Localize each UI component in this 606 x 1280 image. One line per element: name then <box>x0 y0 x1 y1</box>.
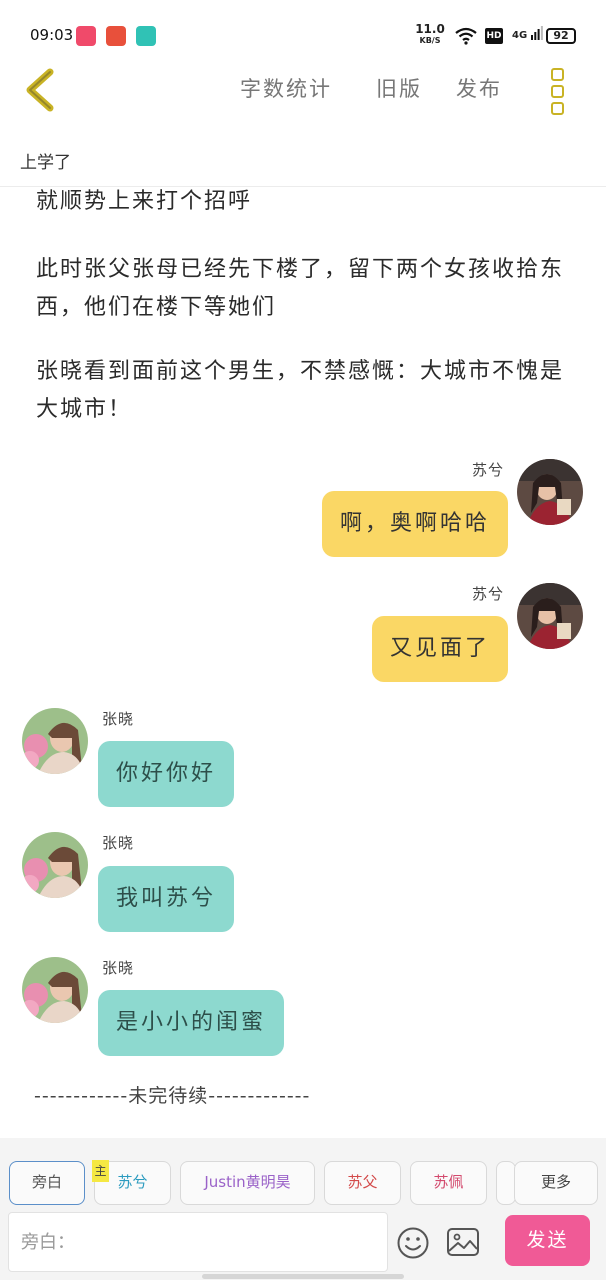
back-arrow-icon[interactable] <box>18 66 64 114</box>
more-characters-button[interactable]: 更多 <box>514 1161 598 1205</box>
avatar[interactable] <box>22 708 88 774</box>
message-bubble[interactable]: 你好你好 <box>98 741 235 807</box>
narration-paragraph: 就顺势上来打个招呼 <box>36 189 253 214</box>
app-notification-icon <box>76 26 96 46</box>
speaker-name: 苏兮 <box>471 585 504 603</box>
more-menu-icon[interactable] <box>546 66 570 115</box>
message-bubble[interactable]: 啊，奥啊哈哈 <box>321 491 508 557</box>
avatar[interactable] <box>517 459 583 525</box>
speaker-name: 张晓 <box>102 710 135 728</box>
character-chip-narrator[interactable]: 旁白 <box>9 1161 85 1205</box>
signal-icon: 4G <box>512 26 543 41</box>
chapter-title[interactable]: 上学了 <box>20 148 71 173</box>
to-be-continued-marker: ------------未完待续------------- <box>34 1085 311 1107</box>
message-bubble[interactable]: 又见面了 <box>371 616 508 682</box>
message-bubble[interactable]: 是小小的闺蜜 <box>98 990 285 1056</box>
character-chip[interactable]: Justin黄明昊 <box>180 1161 315 1205</box>
avatar[interactable] <box>517 583 583 649</box>
image-icon[interactable] <box>446 1227 480 1257</box>
send-button[interactable]: 发送 <box>505 1215 590 1266</box>
wifi-icon <box>455 27 477 45</box>
battery-icon: 92 <box>546 28 576 44</box>
network-speed: 11.0 KB/S <box>415 22 445 45</box>
hd-icon: HD <box>485 28 503 44</box>
narration-paragraph: 张晓看到面前这个男生，不禁感慨：大城市不愧是大城市！ <box>36 359 565 422</box>
emoji-icon[interactable] <box>396 1226 430 1260</box>
message-input[interactable] <box>9 1213 387 1271</box>
avatar[interactable] <box>22 957 88 1023</box>
speaker-name: 张晓 <box>102 834 135 852</box>
main-character-badge: 主 <box>92 1160 109 1182</box>
character-chip[interactable] <box>496 1161 516 1205</box>
message-bubble[interactable]: 我叫苏兮 <box>98 866 235 932</box>
word-count-button[interactable]: 字数统计 <box>240 73 332 103</box>
character-chip[interactable]: 苏佩 <box>410 1161 487 1205</box>
story-content[interactable]: 就顺势上来打个招呼 此时张父张母已经先下楼了，留下两个女孩收拾东西，他们在楼下等… <box>0 187 606 1137</box>
composer-toolbar: 旁白 苏兮 主 Justin黄明昊 苏父 苏佩 更多 发送 <box>0 1138 606 1280</box>
editor-header: 字数统计 旧版 发布 <box>0 60 606 120</box>
speaker-name: 张晓 <box>102 959 135 977</box>
narration-paragraph: 此时张父张母已经先下楼了，留下两个女孩收拾东西，他们在楼下等她们 <box>36 257 565 320</box>
character-chip[interactable]: 苏父 <box>324 1161 401 1205</box>
status-time: 09:03 <box>30 26 74 44</box>
calendar-notification-icon <box>106 26 126 46</box>
camera-notification-icon <box>136 26 156 46</box>
message-input-box <box>8 1212 388 1272</box>
old-version-button[interactable]: 旧版 <box>376 73 422 103</box>
speaker-name: 苏兮 <box>471 461 504 479</box>
publish-button[interactable]: 发布 <box>456 73 502 103</box>
avatar[interactable] <box>22 832 88 898</box>
home-indicator[interactable] <box>202 1274 404 1279</box>
